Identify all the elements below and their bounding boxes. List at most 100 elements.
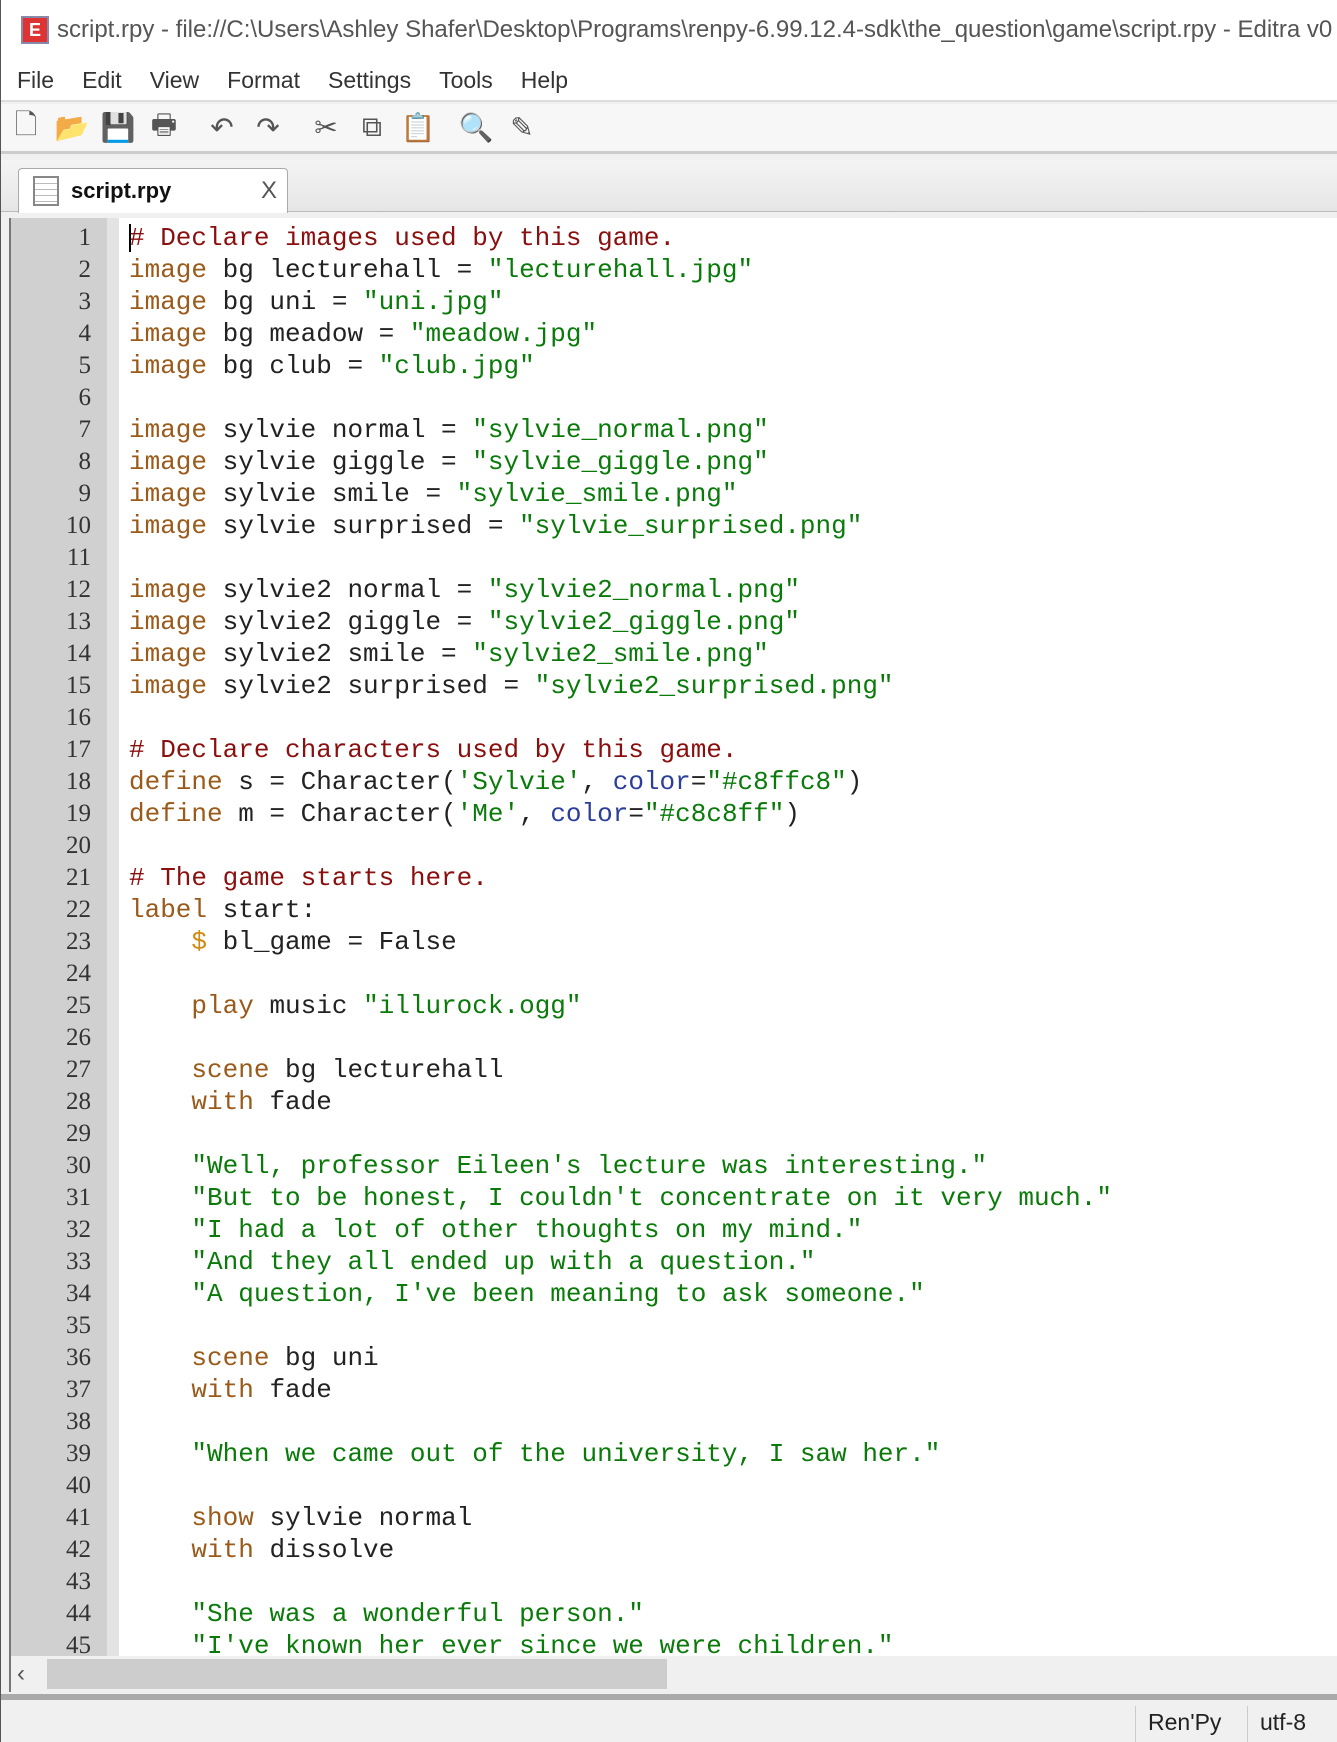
line-number: 11 [66, 544, 91, 571]
code-line: 10 image sylvie surprised = "sylvie_surpr… [11, 510, 862, 542]
find-button[interactable]: 🔍 [459, 111, 494, 145]
code-token: bl_game = False [207, 927, 457, 957]
code-line: 29 [11, 1118, 91, 1150]
line-number: 43 [66, 1568, 91, 1595]
code-token: sylvie2 giggle = [207, 607, 488, 637]
line-content: # Declare images used by this game. [129, 223, 675, 253]
line-number: 26 [66, 1024, 91, 1051]
code-line: 33 "And they all ended up with a questio… [11, 1246, 816, 1278]
code-line: 28 with fade [11, 1086, 332, 1118]
open-folder-icon: 📂 [54, 112, 90, 143]
line-number: 16 [66, 704, 91, 731]
undo-button[interactable]: ↶ [205, 111, 239, 145]
code-token: image [129, 479, 208, 509]
code-token: "sylvie_surprised.png" [519, 511, 863, 541]
horizontal-scrollbar[interactable]: ‹ [9, 1656, 1337, 1692]
line-number: 34 [66, 1280, 91, 1307]
scrollbar-thumb[interactable] [47, 1659, 667, 1689]
menu-format[interactable]: Format [227, 67, 300, 94]
code-token: 'Sylvie' [456, 767, 582, 797]
copy-button[interactable]: ⧉ [355, 111, 389, 145]
menu-view[interactable]: View [150, 67, 199, 94]
line-number: 24 [66, 960, 91, 987]
code-token: bg uni = [207, 287, 364, 317]
line-content: image sylvie2 giggle = "sylvie2_giggle.p… [129, 607, 800, 637]
code-token: sylvie normal = [207, 415, 473, 445]
code-lines: 1 # Declare images used by this game. 2 ima… [11, 222, 1112, 1656]
line-content: image sylvie2 normal = "sylvie2_normal.p… [129, 575, 800, 605]
code-line: 20 [11, 830, 91, 862]
tab-script-rpy[interactable]: script.rpy X [18, 168, 288, 213]
code-line: 2 image bg lecturehall = "lecturehall.jpg… [11, 254, 754, 286]
scroll-left-icon[interactable]: ‹ [17, 1660, 25, 1688]
code-token: , [581, 767, 613, 797]
menu-bar: File Edit View Format Settings Tools Help [1, 60, 1337, 102]
code-token: dissolve [253, 1535, 395, 1565]
code-token: "But to be honest, I couldn't concentrat… [191, 1183, 1112, 1213]
code-editor[interactable]: 1 # Declare images used by this game. 2 ima… [9, 218, 1337, 1656]
tab-label: script.rpy [71, 178, 172, 203]
menu-edit[interactable]: Edit [82, 67, 122, 94]
line-number: 23 [66, 928, 91, 955]
language-indicator[interactable]: Ren'Py [1135, 1706, 1245, 1742]
code-token: fade [253, 1087, 332, 1117]
close-tab-icon[interactable]: X [261, 177, 277, 205]
code-token: "sylvie_giggle.png" [472, 447, 769, 477]
line-number: 18 [66, 768, 91, 795]
print-button[interactable]: 🖶 [147, 109, 181, 145]
code-line: 45 "I've known her ever since we were ch… [11, 1630, 894, 1656]
code-token: "sylvie_normal.png" [472, 415, 769, 445]
code-line: 8 image sylvie giggle = "sylvie_giggle.pn… [11, 446, 769, 478]
line-content: image sylvie smile = "sylvie_smile.png" [129, 479, 738, 509]
line-content: image sylvie normal = "sylvie_normal.png… [129, 415, 769, 445]
code-token: define [129, 799, 223, 829]
code-line: 9 image sylvie smile = "sylvie_smile.png" [11, 478, 738, 510]
save-button[interactable]: 💾 [101, 111, 136, 145]
line-number: 45 [66, 1632, 91, 1656]
menu-settings[interactable]: Settings [328, 67, 411, 94]
code-token: "sylvie2_smile.png" [472, 639, 769, 669]
code-token: "I had a lot of other thoughts on my min… [191, 1215, 863, 1245]
code-token: "illurock.ogg" [363, 991, 582, 1021]
encoding-indicator[interactable]: utf-8 [1247, 1706, 1337, 1742]
tab-strip: script.rpy X [1, 160, 1337, 213]
line-content: $ bl_game = False [129, 927, 457, 957]
new-file-icon: 🗋 [14, 108, 38, 140]
menu-help[interactable]: Help [521, 67, 568, 94]
line-number: 6 [78, 384, 92, 411]
line-number: 41 [66, 1504, 91, 1531]
paste-button[interactable]: 📋 [401, 111, 436, 145]
code-token: "lecturehall.jpg" [487, 255, 754, 285]
code-token: sylvie surprised = [207, 511, 520, 541]
line-number: 25 [66, 992, 91, 1019]
line-content: # Declare characters used by this game. [129, 735, 738, 765]
find-replace-button[interactable]: ✎ [505, 111, 539, 145]
code-line: 3 image bg uni = "uni.jpg" [11, 286, 504, 318]
menu-file[interactable]: File [17, 67, 54, 94]
code-token: with [191, 1375, 254, 1405]
code-token: define [129, 767, 223, 797]
code-token: bg club = [207, 351, 379, 381]
code-token: image [129, 607, 208, 637]
code-line: 19 define m = Character('Me', color="#c8c… [11, 798, 800, 830]
line-number: 7 [78, 416, 92, 443]
cut-button[interactable]: ✂ [309, 111, 343, 145]
code-line: 5 image bg club = "club.jpg" [11, 350, 535, 382]
open-folder-button[interactable]: 📂 [54, 111, 90, 145]
code-token: sylvie giggle = [207, 447, 473, 477]
new-file-button[interactable]: 🗋 [9, 109, 43, 145]
window-title: script.rpy - file://C:\Users\Ashley Shaf… [57, 16, 1333, 43]
menu-tools[interactable]: Tools [439, 67, 493, 94]
code-token: image [129, 255, 208, 285]
code-token: = [628, 799, 644, 829]
redo-button[interactable]: ↷ [251, 111, 285, 145]
code-line: 26 [11, 1022, 91, 1054]
line-number: 29 [66, 1120, 91, 1147]
line-number: 31 [66, 1184, 91, 1211]
code-token: "sylvie2_surprised.png" [534, 671, 894, 701]
code-token: label [129, 895, 208, 925]
